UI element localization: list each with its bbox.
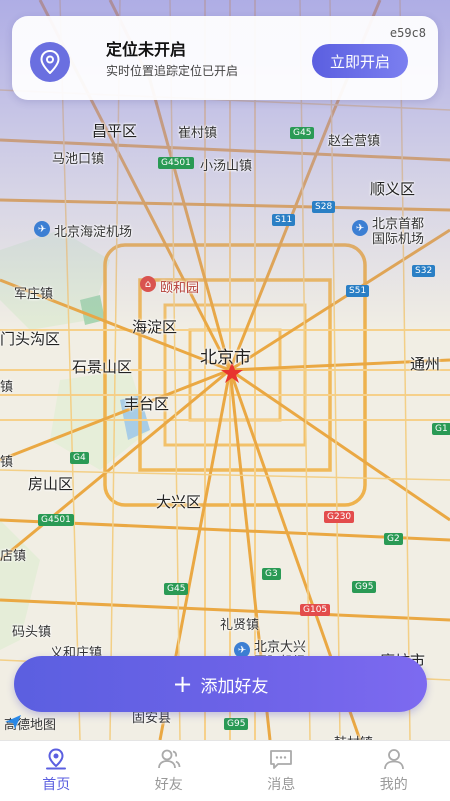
road-badge: G230 (324, 511, 354, 523)
banner-subtitle: 实时位置追踪定位已开启 (106, 62, 238, 79)
plus-icon: + (172, 672, 192, 696)
map-provider-logo: 高德地图 (4, 714, 56, 733)
tab-home[interactable]: 首页 (0, 741, 113, 801)
map-label: 码头镇 (12, 621, 51, 640)
map-logo-icon (4, 714, 22, 730)
tab-messages[interactable]: 消息 (225, 741, 338, 801)
airport-icon: ✈ (34, 221, 50, 237)
map-label: 小汤山镇 (200, 155, 252, 174)
map-label: 赵全营镇 (328, 130, 380, 149)
map-label: 礼贤镇 (220, 614, 259, 633)
road-badge: G3 (262, 568, 281, 580)
banner-title: 定位未开启 (106, 36, 186, 60)
friends-icon (157, 748, 181, 770)
map-label: 马池口镇 (52, 148, 104, 167)
map-label: 门头沟区 (0, 328, 60, 349)
road-badge: S32 (412, 265, 435, 277)
road-badge: G95 (224, 718, 248, 730)
map-label: 大兴区 (156, 491, 201, 512)
road-badge: G1 (432, 423, 450, 435)
map-label: 通州 (410, 353, 440, 374)
road-badge: G95 (352, 581, 376, 593)
map-label: 店镇 (0, 545, 26, 564)
airport-icon: ✈ (352, 220, 368, 236)
banner-id-text: e59c8 (390, 26, 426, 40)
map-label: 石景山区 (72, 356, 132, 377)
map-label: 昌平区 (92, 120, 137, 141)
map-label: 丰台区 (124, 393, 169, 414)
tab-label: 首页 (42, 774, 70, 794)
map-label: 北京海淀机场 (54, 221, 132, 240)
road-badge: G4 (70, 452, 89, 464)
message-icon (269, 748, 293, 770)
road-badge: G45 (290, 127, 314, 139)
road-badge: G45 (164, 583, 188, 595)
map-label: 房山区 (28, 473, 73, 494)
tab-label: 我的 (380, 774, 408, 794)
add-friend-button[interactable]: + 添加好友 (14, 656, 427, 712)
road-badge: S11 (272, 214, 295, 226)
tab-profile[interactable]: 我的 (338, 741, 450, 801)
bottom-tab-bar: 首页 好友 消息 我的 (0, 740, 450, 801)
road-badge: S51 (346, 285, 369, 297)
map-label: 北京市 (200, 343, 251, 368)
home-pin-icon (44, 748, 68, 770)
scenic-spot-icon: ⌂ (140, 276, 156, 292)
profile-icon (382, 748, 406, 770)
map-label: 崔村镇 (178, 122, 217, 141)
location-permission-banner: 定位未开启 实时位置追踪定位已开启 e59c8 立即开启 (12, 16, 438, 100)
map-label: 顺义区 (370, 178, 415, 199)
map-label: 国际机场 (372, 228, 424, 247)
map-label: 韩村镇 (334, 732, 373, 740)
road-badge: G2 (384, 533, 403, 545)
enable-location-button[interactable]: 立即开启 (312, 44, 408, 78)
map-label: 镇 (0, 376, 13, 395)
add-friend-label: 添加好友 (201, 672, 269, 697)
map-label: 镇 (0, 451, 13, 470)
road-badge: G4501 (158, 157, 194, 169)
road-badge: S28 (312, 201, 335, 213)
map-view[interactable]: 昌平区 崔村镇 赵全营镇 马池口镇 小汤山镇 顺义区 ✈ 北京海淀机场 ✈ 北京… (0, 0, 450, 740)
road-badge: G105 (300, 604, 330, 616)
map-label: 军庄镇 (14, 283, 53, 302)
tab-friends[interactable]: 好友 (113, 741, 226, 801)
road-badge: G4501 (38, 514, 74, 526)
tab-label: 消息 (267, 774, 295, 794)
location-pin-icon (30, 42, 70, 82)
map-label: 颐和园 (160, 277, 199, 296)
tab-label: 好友 (155, 774, 183, 794)
map-label: 海淀区 (132, 316, 177, 337)
